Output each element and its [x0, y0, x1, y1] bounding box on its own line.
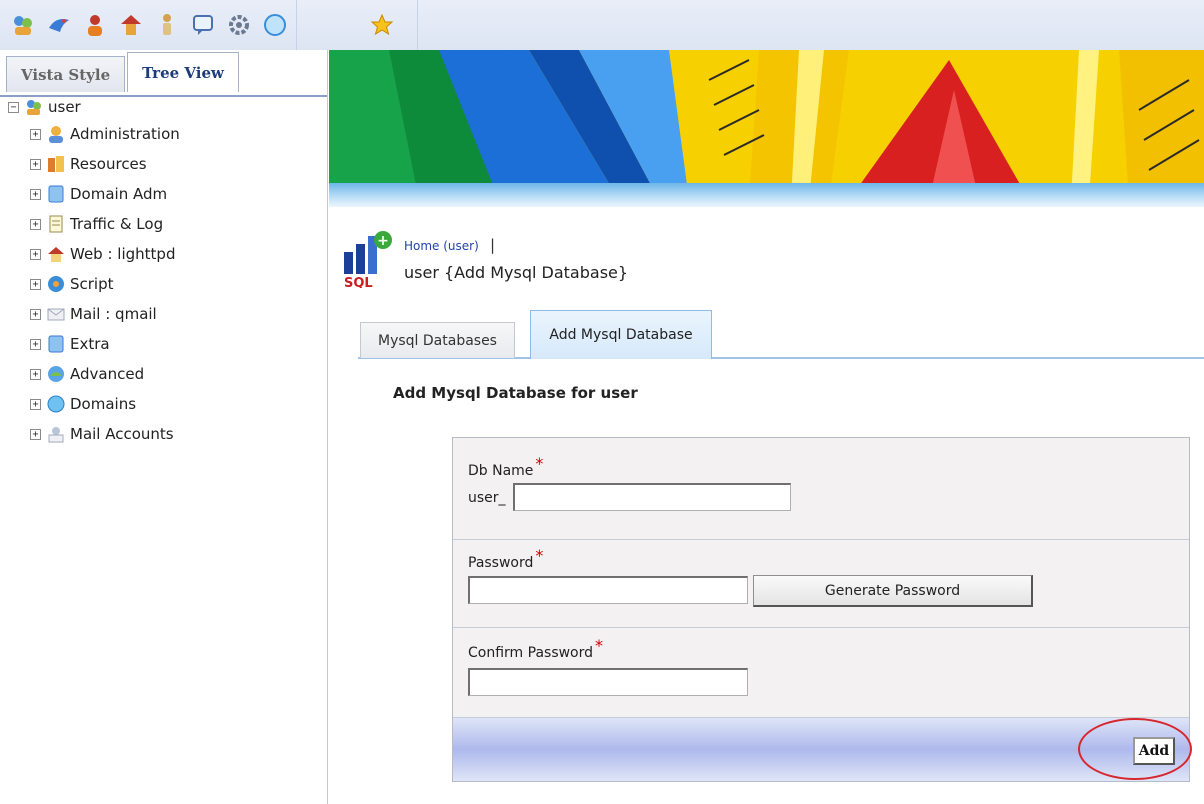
tab-mysql-databases[interactable]: Mysql Databases	[360, 322, 515, 358]
expand-icon[interactable]: +	[30, 158, 41, 170]
user-home-icon[interactable]	[116, 10, 146, 40]
confirm-password-input[interactable]	[468, 668, 748, 696]
required-mark: *	[595, 636, 604, 655]
tree-item-domains[interactable]: + Domains	[8, 389, 180, 419]
confirm-password-label-text: Confirm Password	[468, 645, 594, 661]
mail-icon	[45, 303, 67, 325]
expand-icon[interactable]: +	[30, 398, 41, 410]
top-toolbar	[0, 0, 1204, 50]
expand-icon[interactable]: +	[30, 248, 41, 260]
tree-item-traffic-log[interactable]: + Traffic & Log	[8, 209, 180, 239]
banner-strip	[329, 183, 1204, 207]
breadcrumb-separator: |	[490, 236, 496, 254]
user-red-icon[interactable]	[80, 10, 110, 40]
db-name-prefix: user_	[468, 490, 506, 506]
tree-item-label: Traffic & Log	[70, 215, 164, 233]
web-home-icon	[45, 243, 67, 265]
tree-item-label: Mail Accounts	[70, 425, 174, 443]
tab-add-mysql-database[interactable]: Add Mysql Database	[530, 310, 712, 359]
expand-icon[interactable]: +	[30, 218, 41, 230]
tree-item-label: Administration	[70, 125, 180, 143]
tree-item-label: Advanced	[70, 365, 145, 383]
star-icon[interactable]	[367, 10, 397, 40]
feather-banner-image	[329, 50, 1204, 200]
db-name-input[interactable]	[513, 483, 791, 511]
tree-item-label: Mail : qmail	[70, 305, 157, 323]
tree-item-resources[interactable]: + Resources	[8, 149, 180, 179]
tab-tree-view[interactable]: Tree View	[127, 52, 239, 92]
generate-password-button[interactable]: Generate Password	[753, 575, 1033, 607]
sql-logo-icon: + SQL	[342, 230, 394, 291]
domain-adm-icon	[45, 183, 67, 205]
db-name-row: Db Name * user_	[453, 438, 1189, 540]
tree-item-mail[interactable]: + Mail : qmail	[8, 299, 180, 329]
tree-item-web[interactable]: + Web : lighttpd	[8, 239, 180, 269]
db-name-label-text: Db Name	[468, 463, 534, 479]
tree-root[interactable]: − user	[8, 95, 180, 119]
expand-icon[interactable]: +	[30, 428, 41, 440]
person-icon[interactable]	[152, 10, 182, 40]
tree-item-domain-adm[interactable]: + Domain Adm	[8, 179, 180, 209]
password-label-text: Password	[468, 555, 534, 571]
advanced-icon	[45, 363, 67, 385]
tree-item-mail-accounts[interactable]: + Mail Accounts	[8, 419, 180, 449]
tree-item-label: Domain Adm	[70, 185, 168, 203]
gear-icon[interactable]	[224, 10, 254, 40]
left-panel-tabs: Vista Style Tree View	[6, 52, 241, 96]
domains-icon	[45, 393, 67, 415]
breadcrumb-home-link[interactable]: Home (user)	[404, 239, 479, 253]
tree-item-extra[interactable]: + Extra	[8, 329, 180, 359]
navigation-tree: − user + Administration + Resources + Do…	[8, 95, 180, 449]
tree-item-label: Resources	[70, 155, 147, 173]
header-banner	[329, 50, 1204, 200]
svg-text:SQL: SQL	[344, 276, 373, 288]
user-group-icon	[23, 96, 45, 118]
tree-item-label: Extra	[70, 335, 110, 353]
svg-text:+: +	[377, 233, 389, 249]
expand-icon[interactable]: +	[30, 308, 41, 320]
extra-icon	[45, 333, 67, 355]
traffic-log-icon	[45, 213, 67, 235]
globe-icon[interactable]	[260, 10, 290, 40]
confirm-password-row: Confirm Password *	[453, 628, 1189, 718]
toolbar-favorites-group	[297, 0, 418, 50]
admin-icon	[45, 123, 67, 145]
form-heading: Add Mysql Database for user	[393, 384, 638, 402]
required-mark: *	[535, 454, 544, 473]
expand-icon[interactable]: +	[30, 368, 41, 380]
add-database-form: Db Name * user_ Password * Generate Passwo…	[452, 437, 1192, 782]
script-icon	[45, 273, 67, 295]
tab-vista-style[interactable]: Vista Style	[6, 56, 126, 92]
expand-icon[interactable]: +	[30, 278, 41, 290]
expand-icon[interactable]: +	[30, 128, 41, 140]
resources-icon	[45, 153, 67, 175]
expand-icon[interactable]: +	[30, 188, 41, 200]
required-mark: *	[535, 546, 544, 565]
confirm-password-label: Confirm Password *	[468, 636, 603, 661]
password-input[interactable]	[468, 576, 748, 604]
tree-item-advanced[interactable]: + Advanced	[8, 359, 180, 389]
tree-root-label: user	[48, 98, 81, 116]
collapse-icon[interactable]: −	[8, 101, 19, 113]
message-icon[interactable]	[188, 10, 218, 40]
bird-icon[interactable]	[44, 10, 74, 40]
toolbar-main-group	[0, 0, 297, 50]
db-name-label: Db Name *	[468, 454, 543, 479]
left-navigation-panel: Vista Style Tree View − user + Administr…	[0, 50, 328, 804]
tree-item-label: Domains	[70, 395, 137, 413]
form-action-bar: Add	[453, 718, 1192, 781]
mail-accounts-icon	[45, 423, 67, 445]
page-title: user {Add Mysql Database}	[404, 263, 629, 282]
add-button[interactable]: Add	[1133, 737, 1175, 765]
expand-icon[interactable]: +	[30, 338, 41, 350]
password-label: Password *	[468, 546, 543, 571]
tree-item-label: Script	[70, 275, 114, 293]
tree-item-administration[interactable]: + Administration	[8, 119, 180, 149]
tree-item-label: Web : lighttpd	[70, 245, 176, 263]
user-group-icon[interactable]	[8, 10, 38, 40]
tree-item-script[interactable]: + Script	[8, 269, 180, 299]
